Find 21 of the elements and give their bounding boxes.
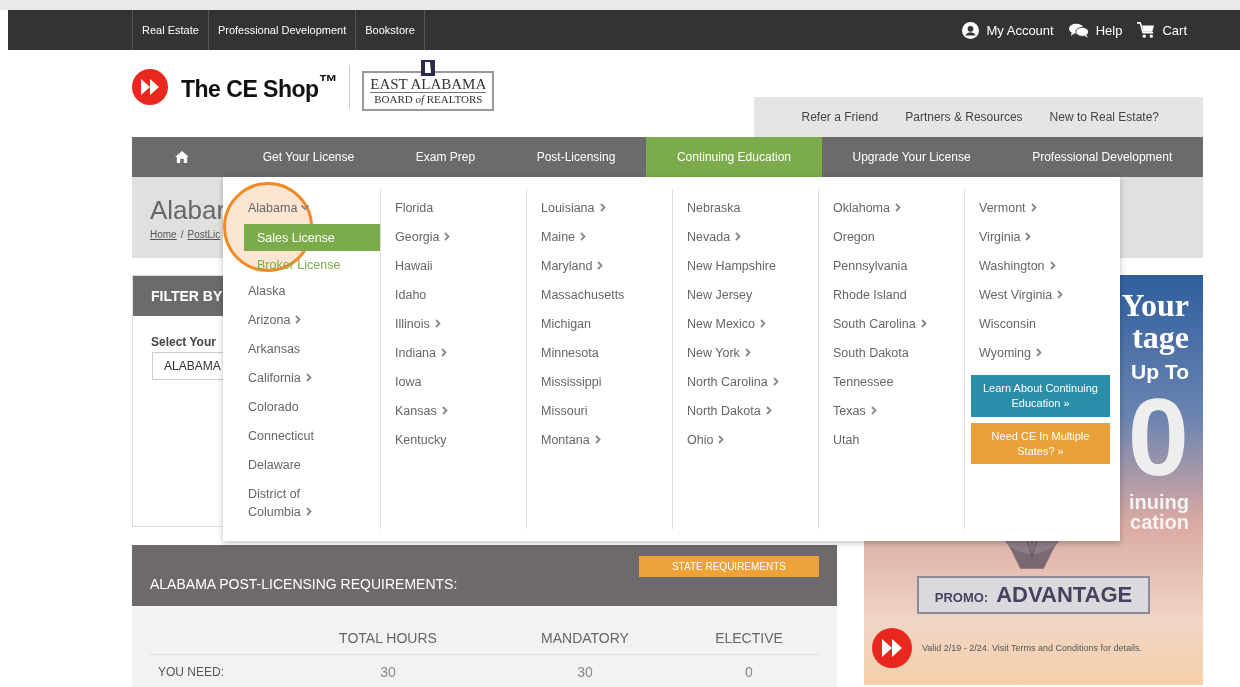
promo-headline: Up To <box>1131 361 1189 382</box>
partner-name: EAST ALABAMA <box>370 77 487 93</box>
promo-headline: 0 <box>1127 382 1189 492</box>
table-cell-text: 30 <box>379 663 397 680</box>
page-title: Alabar <box>150 197 226 223</box>
promo-terms: Valid 2/19 - 2/24. Visit Terms and Conditions for details. <box>922 643 1143 653</box>
table-cell-text: 30 <box>576 663 594 680</box>
breadcrumb-separator: / <box>180 229 184 240</box>
field-label: Select Your <box>151 335 216 349</box>
partner-subtitle: BOARD of REALTORS <box>374 93 483 107</box>
column-header: ELECTIVE <box>714 630 784 646</box>
table-cell-text: 0 <box>744 663 754 680</box>
column-header: MANDATORY <box>540 630 630 646</box>
column-header: TOTAL HOURS <box>338 630 438 646</box>
promo-headline: cation <box>1130 512 1189 532</box>
promo-label: PROMO: <box>934 590 989 605</box>
requirements-title: ALABAMA POST-LICENSING REQUIREMENTS: <box>150 576 458 592</box>
promo-headline: tage <box>1132 321 1189 353</box>
row-label: YOU NEED: <box>157 664 225 679</box>
promo-code: ADVANTAGE <box>996 582 1133 608</box>
promo-headline: Your <box>1121 289 1189 321</box>
